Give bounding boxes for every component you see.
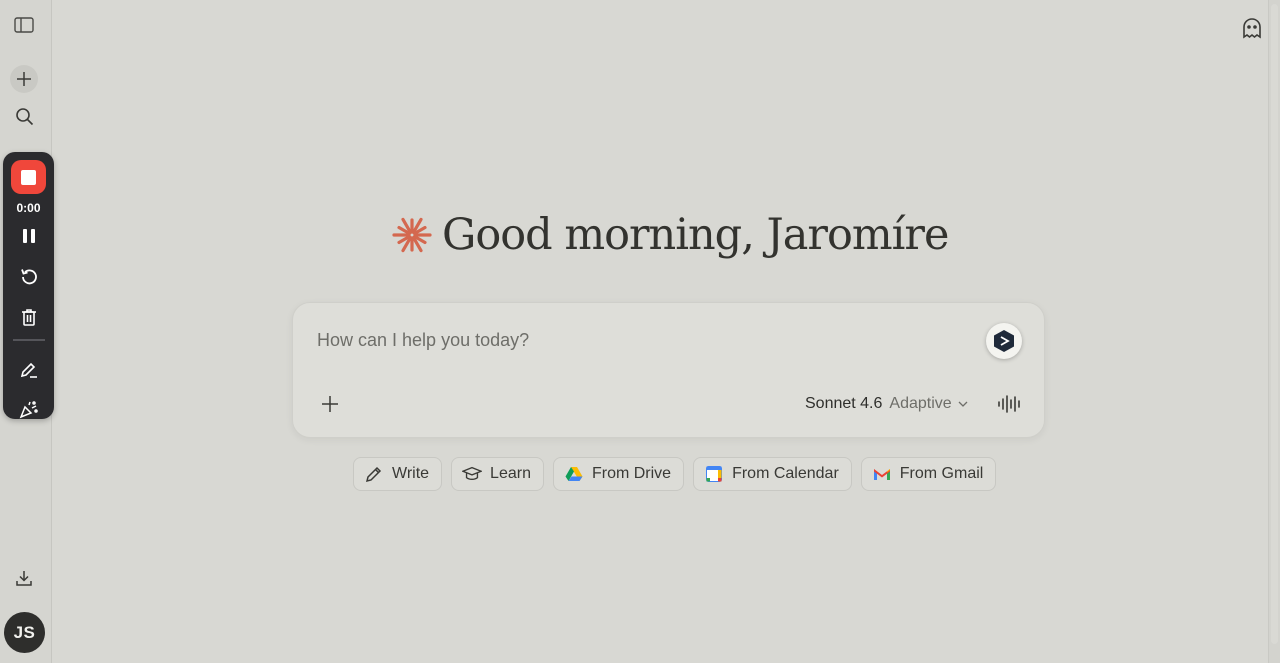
extension-logo-icon — [994, 330, 1014, 352]
app-window: JS 0:00 Good morning, Jaromíre How can I… — [0, 0, 1280, 663]
restart-button[interactable] — [16, 264, 41, 289]
chip-from-drive[interactable]: From Drive — [552, 457, 685, 491]
download-icon — [16, 571, 32, 586]
graduation-cap-icon — [462, 464, 483, 484]
new-chat-button[interactable] — [10, 65, 38, 93]
toolbar-divider — [13, 339, 45, 341]
model-mode: Adaptive — [889, 395, 952, 412]
download-button[interactable] — [10, 564, 38, 592]
audio-waveform-icon — [998, 395, 1020, 413]
google-calendar-icon — [704, 464, 724, 484]
extension-button[interactable] — [986, 323, 1022, 359]
sparkle-asterisk-icon — [392, 217, 432, 253]
celebrate-icon — [19, 400, 38, 418]
annotate-button[interactable] — [16, 357, 41, 382]
avatar[interactable]: JS — [4, 612, 45, 653]
google-drive-icon — [564, 464, 584, 484]
chip-from-gmail[interactable]: From Gmail — [860, 457, 997, 491]
greeting: Good morning, Jaromíre — [392, 205, 949, 265]
voice-mode-button[interactable] — [993, 389, 1027, 419]
restart-icon — [20, 268, 37, 284]
recording-toolbar: 0:00 — [3, 152, 54, 419]
stop-recording-button[interactable] — [11, 160, 46, 194]
stop-icon — [21, 169, 36, 185]
chat-composer: Sonnet 4.6 Adaptive — [292, 302, 1045, 438]
model-name: Sonnet 4.6 — [805, 395, 883, 412]
scrollbar[interactable] — [1268, 0, 1280, 663]
plus-icon — [17, 72, 31, 86]
trash-icon — [21, 308, 36, 326]
chip-label: From Drive — [591, 465, 672, 482]
recording-timer: 0:00 — [16, 201, 41, 215]
greeting-text: Good morning, Jaromíre — [442, 210, 949, 260]
pause-icon — [22, 228, 35, 243]
ghost-icon — [1243, 18, 1261, 39]
pen-icon — [20, 362, 37, 378]
scrollbar-thumb[interactable] — [1271, 4, 1278, 644]
chip-label: From Calendar — [732, 465, 839, 482]
chip-write[interactable]: Write — [353, 457, 443, 491]
sidebar-toggle-icon[interactable] — [10, 11, 38, 39]
suggestion-chips: Write Learn From Drive From Calendar Fro… — [353, 457, 997, 492]
chip-label: Learn — [490, 465, 531, 482]
chip-learn[interactable]: Learn — [451, 457, 544, 491]
chip-from-calendar[interactable]: From Calendar — [693, 457, 852, 491]
pause-button[interactable] — [16, 223, 41, 248]
attach-button[interactable] — [315, 389, 345, 419]
chip-label: From Gmail — [899, 465, 984, 482]
plus-icon — [322, 396, 338, 412]
search-icon — [15, 107, 33, 125]
message-input[interactable] — [315, 325, 955, 355]
search-button[interactable] — [10, 102, 38, 130]
avatar-initials: JS — [13, 622, 36, 642]
delete-recording-button[interactable] — [16, 304, 41, 329]
incognito-button[interactable] — [1238, 14, 1266, 42]
gmail-icon — [872, 464, 892, 484]
chip-label: Write — [392, 465, 430, 482]
pencil-icon — [364, 464, 384, 484]
chevron-down-icon — [958, 401, 968, 407]
model-selector[interactable]: Sonnet 4.6 Adaptive — [805, 392, 968, 416]
effects-button[interactable] — [16, 397, 41, 422]
